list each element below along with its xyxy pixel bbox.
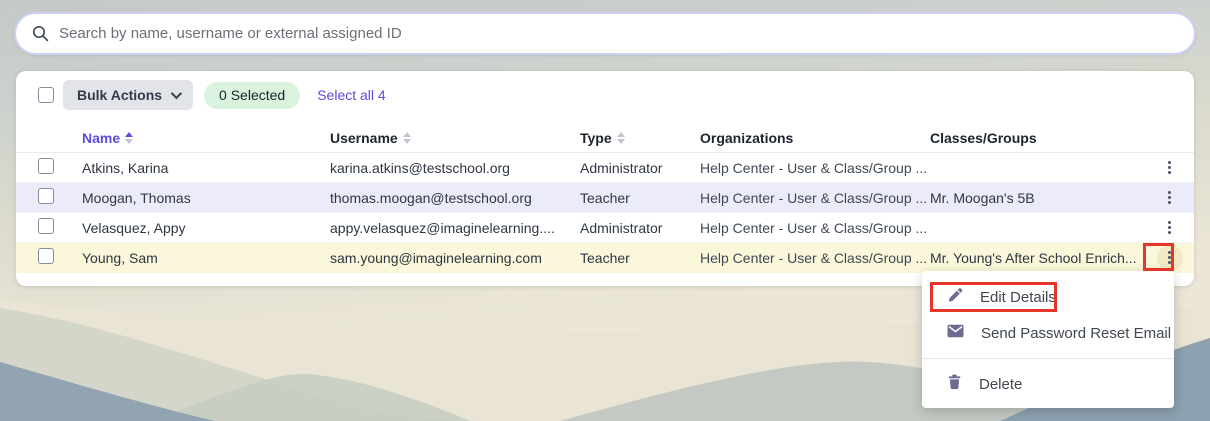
row-checkbox[interactable]: [38, 218, 54, 234]
column-header-label: Organizations: [700, 129, 794, 146]
cell-type: Administrator: [580, 159, 663, 176]
search-input[interactable]: [59, 25, 1178, 42]
kebab-menu-icon[interactable]: [1163, 218, 1176, 237]
kebab-highlight: [1157, 215, 1183, 241]
cell-type: Administrator: [580, 219, 663, 236]
user-table-panel: Bulk Actions 0 Selected Select all 4 Nam…: [16, 71, 1194, 286]
envelope-icon: [947, 324, 964, 342]
cell-username: karina.atkins@testschool.org: [330, 159, 510, 176]
cell-organizations: Help Center - User & Class/Group ...: [700, 249, 928, 266]
menu-item-delete[interactable]: Delete: [922, 366, 1174, 402]
column-header-organizations: Organizations: [700, 130, 930, 146]
cell-name: Atkins, Karina: [82, 159, 169, 176]
cell-name: Young, Sam: [82, 249, 158, 266]
bulk-actions-button[interactable]: Bulk Actions: [63, 80, 194, 110]
select-all-link[interactable]: Select all 4: [317, 87, 385, 103]
search-bar: [14, 12, 1196, 55]
kebab-menu-icon[interactable]: [1163, 188, 1176, 207]
table-row[interactable]: Atkins, Karina karina.atkins@testschool.…: [16, 153, 1194, 183]
selected-count-badge: 0 Selected: [204, 81, 301, 109]
bulk-actions-toolbar: Bulk Actions 0 Selected Select all 4: [16, 79, 1194, 111]
kebab-menu-icon[interactable]: [1163, 158, 1176, 177]
kebab-highlight: [1157, 155, 1183, 181]
column-header-label: Classes/Groups: [930, 129, 1037, 146]
column-header-username[interactable]: Username: [330, 130, 580, 146]
cell-name: Moogan, Thomas: [82, 189, 191, 206]
cell-name: Velasquez, Appy: [82, 219, 186, 236]
table-row[interactable]: Velasquez, Appy appy.velasquez@imaginele…: [16, 213, 1194, 243]
row-checkbox[interactable]: [38, 158, 54, 174]
cell-organizations: Help Center - User & Class/Group ...: [700, 219, 928, 236]
menu-divider: [922, 358, 1174, 359]
sort-icon: [402, 131, 411, 144]
menu-item-label: Send Password Reset Email: [981, 324, 1172, 342]
sort-icon: [125, 131, 134, 144]
cell-username: sam.young@imaginelearning.com: [330, 249, 542, 266]
annotation-box-kebab-icon: [1143, 243, 1174, 271]
cell-classes-groups: Mr. Moogan's 5B: [930, 189, 1035, 206]
menu-item-send-password-reset-email[interactable]: Send Password Reset Email: [922, 315, 1174, 351]
cell-username: thomas.moogan@testschool.org: [330, 189, 532, 206]
row-checkbox[interactable]: [38, 188, 54, 204]
column-header-label: Name: [82, 129, 121, 146]
select-all-checkbox[interactable]: [38, 87, 54, 103]
table-body: Atkins, Karina karina.atkins@testschool.…: [16, 153, 1194, 273]
cell-type: Teacher: [580, 249, 630, 266]
cell-organizations: Help Center - User & Class/Group ...: [700, 189, 928, 206]
cell-type: Teacher: [580, 189, 630, 206]
cell-username: appy.velasquez@imaginelearning....: [330, 219, 555, 236]
column-header-type[interactable]: Type: [580, 130, 700, 146]
screen: Bulk Actions 0 Selected Select all 4 Nam…: [0, 0, 1210, 421]
cell-classes-groups: Mr. Young's After School Enrich...: [930, 249, 1137, 266]
menu-item-label: Delete: [979, 375, 1023, 393]
chevron-down-icon: [170, 87, 183, 100]
bulk-actions-label: Bulk Actions: [77, 87, 163, 103]
sort-icon: [616, 131, 625, 144]
column-header-name[interactable]: Name: [82, 130, 330, 146]
column-header-label: Type: [580, 129, 612, 146]
kebab-highlight: [1157, 185, 1183, 211]
trash-icon: [947, 374, 962, 394]
table-row[interactable]: Young, Sam sam.young@imaginelearning.com…: [16, 243, 1194, 273]
cell-organizations: Help Center - User & Class/Group ...: [700, 159, 928, 176]
annotation-box-edit-details: [930, 282, 1057, 312]
search-icon: [32, 25, 49, 42]
table-header-row: Name Username Type Organizations Classes/Gro…: [16, 123, 1194, 153]
row-checkbox[interactable]: [38, 248, 54, 264]
table-row[interactable]: Moogan, Thomas thomas.moogan@testschool.…: [16, 183, 1194, 213]
column-header-classes-groups: Classes/Groups: [930, 130, 1145, 146]
column-header-label: Username: [330, 129, 398, 146]
